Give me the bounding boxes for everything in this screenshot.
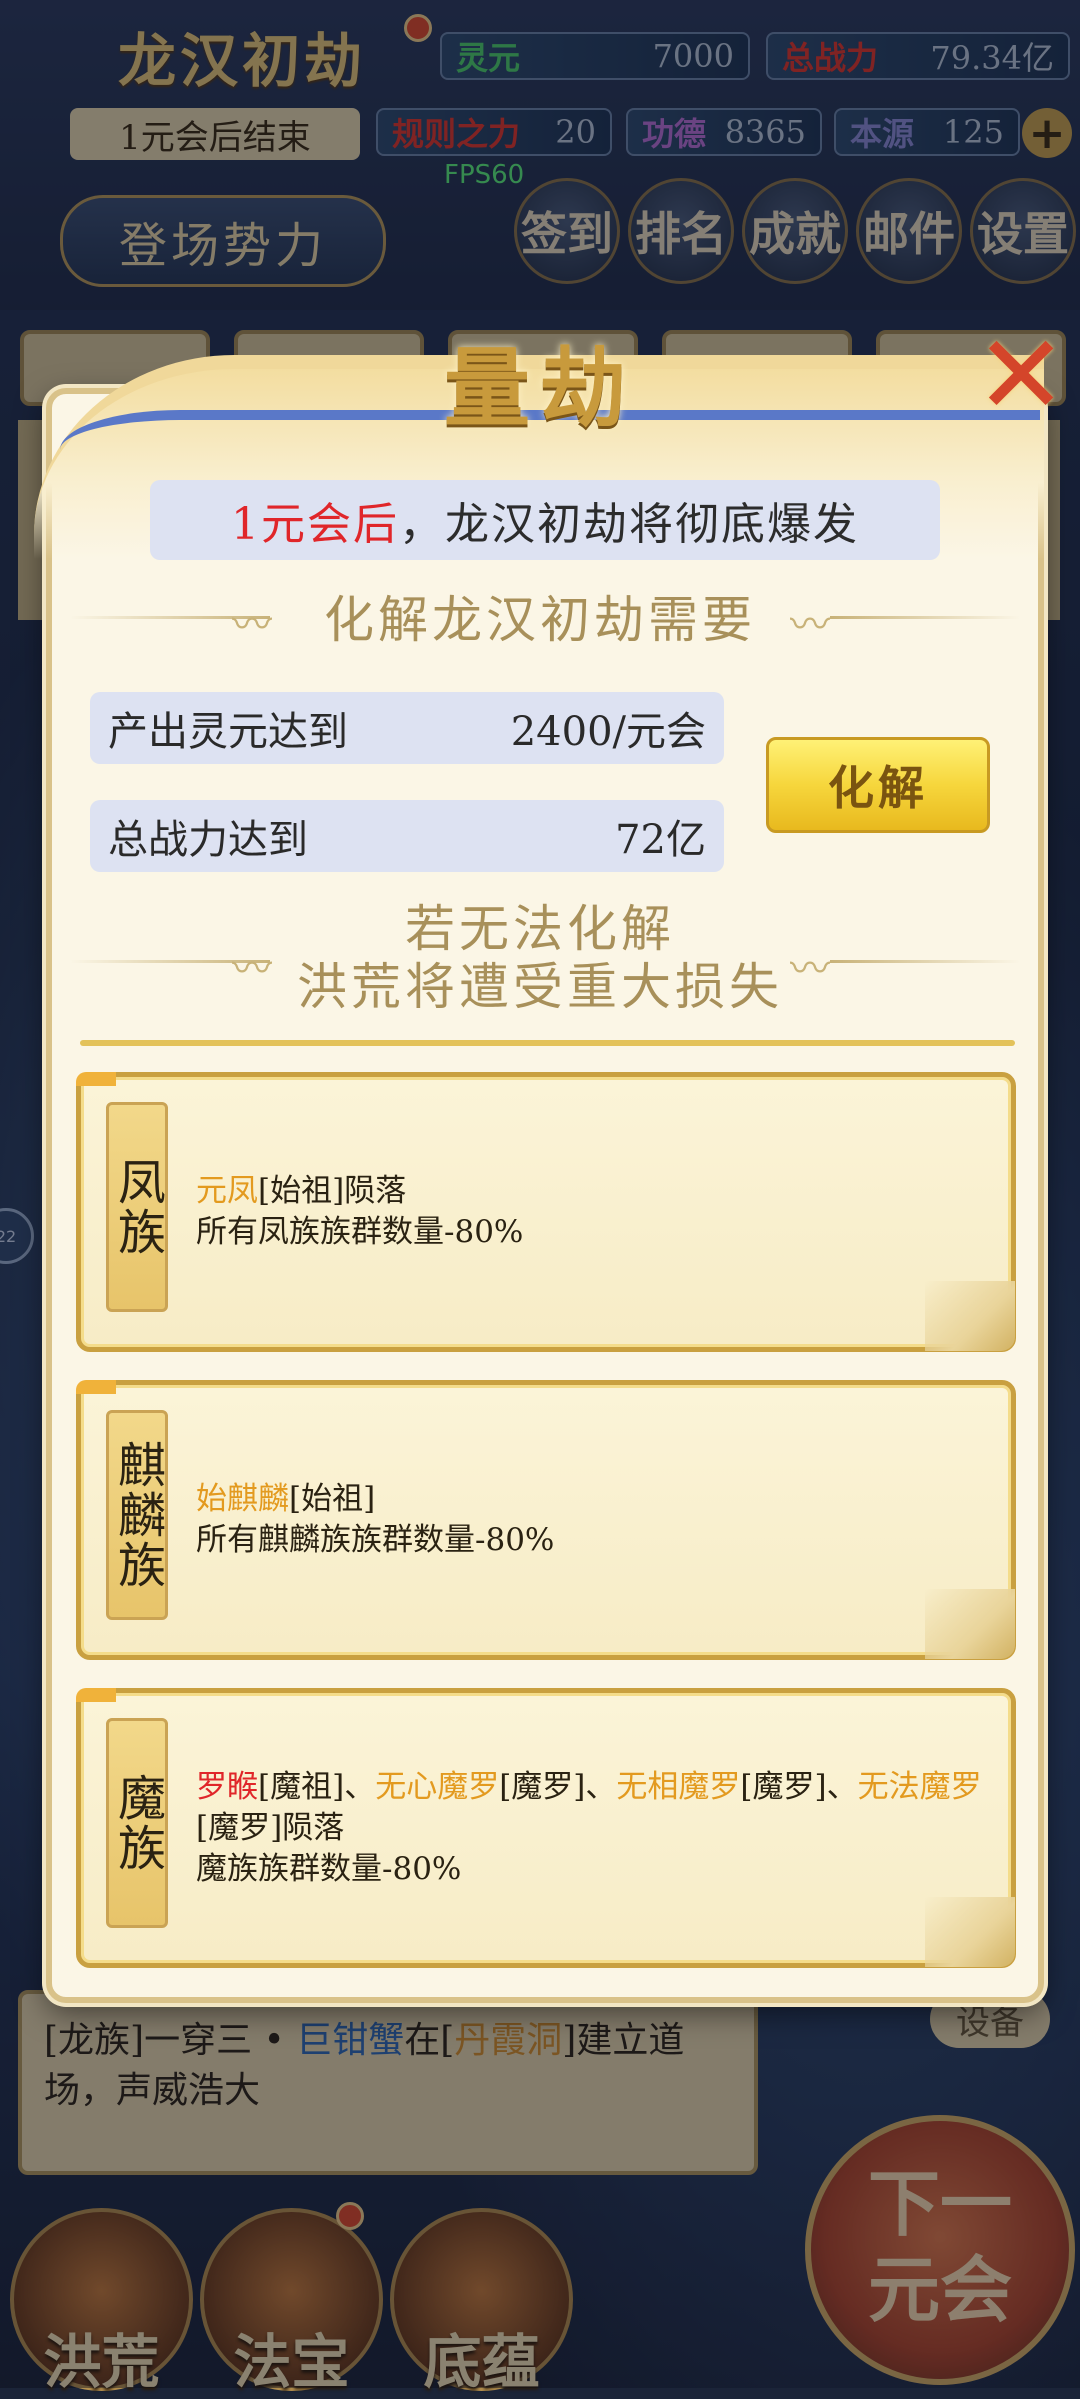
cloud-swirl-icon: 〰 bbox=[232, 946, 272, 992]
divider-ornament bbox=[830, 960, 1020, 963]
loss-description: 元凤[始祖]陨落 所有凤族族群数量-80% bbox=[196, 1077, 987, 1347]
loss-list[interactable]: 凤族 元凤[始祖]陨落 所有凤族族群数量-80% 麒麟族 始麒麟[始祖] 所有麒… bbox=[76, 1040, 1020, 1990]
requirement-label: 总战力达到 bbox=[108, 817, 308, 863]
loss-effect: 所有麒麟族族群数量-80% bbox=[196, 1522, 555, 1558]
dialog-title: 量劫 bbox=[444, 338, 636, 439]
text-segment: 无心魔罗 bbox=[375, 1768, 500, 1805]
text-segment: [始祖] bbox=[289, 1481, 376, 1517]
card-notch bbox=[76, 1688, 116, 1702]
requirement-row: 总战力达到 72亿 bbox=[90, 800, 724, 872]
loss-card: 魔族 罗睺[魔祖]、无心魔罗[魔罗]、无相魔罗[魔罗]、无法魔罗[魔罗]陨落 魔… bbox=[76, 1688, 1016, 1968]
text-segment: [魔罗]陨落 bbox=[196, 1809, 345, 1846]
text-segment: 无法魔罗 bbox=[857, 1768, 982, 1805]
clan-tag: 凤族 bbox=[106, 1102, 168, 1312]
failure-title: 若无法化解 洪荒将遭受重大损失 bbox=[0, 900, 1080, 1016]
text-segment: [魔罗]、 bbox=[499, 1768, 617, 1805]
loss-effect: 所有凤族族群数量-80% bbox=[196, 1214, 524, 1250]
loss-description: 罗睺[魔祖]、无心魔罗[魔罗]、无相魔罗[魔罗]、无法魔罗[魔罗]陨落 魔族族群… bbox=[196, 1693, 987, 1963]
text-segment: 无相魔罗 bbox=[616, 1768, 741, 1805]
card-corner-ornament bbox=[925, 1589, 1015, 1659]
loss-line: 元凤[始祖]陨落 bbox=[196, 1171, 987, 1212]
cloud-swirl-icon: 〰 bbox=[790, 946, 830, 992]
card-corner-ornament bbox=[925, 1281, 1015, 1351]
requirement-row: 产出灵元达到 2400/元会 bbox=[90, 692, 724, 764]
requirement-value: 72亿 bbox=[615, 817, 706, 863]
text-segment: [始祖]陨落 bbox=[258, 1173, 407, 1209]
resolve-button[interactable]: 化解 bbox=[766, 737, 990, 833]
cloud-swirl-icon: 〰 bbox=[790, 602, 830, 648]
loss-line: 罗睺[魔祖]、无心魔罗[魔罗]、无相魔罗[魔罗]、无法魔罗[魔罗]陨落 bbox=[196, 1767, 987, 1849]
failure-title-line1: 若无法化解 bbox=[405, 900, 675, 958]
text-segment: 罗睺 bbox=[196, 1768, 258, 1805]
card-notch bbox=[76, 1380, 116, 1394]
text-segment: [魔祖]、 bbox=[258, 1768, 376, 1805]
loss-effect: 魔族族群数量-80% bbox=[196, 1850, 462, 1887]
requirement-label: 产出灵元达到 bbox=[108, 709, 348, 755]
close-icon[interactable]: ✕ bbox=[975, 320, 1067, 430]
clan-tag: 麒麟族 bbox=[106, 1410, 168, 1620]
card-corner-ornament bbox=[925, 1897, 1015, 1967]
loss-card: 凤族 元凤[始祖]陨落 所有凤族族群数量-80% bbox=[76, 1072, 1016, 1352]
loss-description: 始麒麟[始祖] 所有麒麟族族群数量-80% bbox=[196, 1385, 987, 1655]
card-notch bbox=[76, 1072, 116, 1086]
warning-highlight: 1元会后 bbox=[231, 499, 399, 550]
text-segment: 元凤 bbox=[196, 1173, 258, 1209]
text-segment: [魔罗]、 bbox=[740, 1768, 858, 1805]
warning-text: ，龙汉初劫将彻底爆发 bbox=[399, 499, 859, 550]
requirement-value: 2400/元会 bbox=[510, 709, 706, 755]
warning-banner: 1元会后 ，龙汉初劫将彻底爆发 bbox=[150, 480, 940, 560]
text-segment: 始麒麟 bbox=[196, 1481, 289, 1517]
failure-title-line2: 洪荒将遭受重大损失 bbox=[297, 958, 783, 1016]
loss-line: 始麒麟[始祖] bbox=[196, 1479, 987, 1520]
loss-card: 麒麟族 始麒麟[始祖] 所有麒麟族族群数量-80% bbox=[76, 1380, 1016, 1660]
divider-ornament bbox=[830, 616, 1020, 619]
clan-tag: 魔族 bbox=[106, 1718, 168, 1928]
